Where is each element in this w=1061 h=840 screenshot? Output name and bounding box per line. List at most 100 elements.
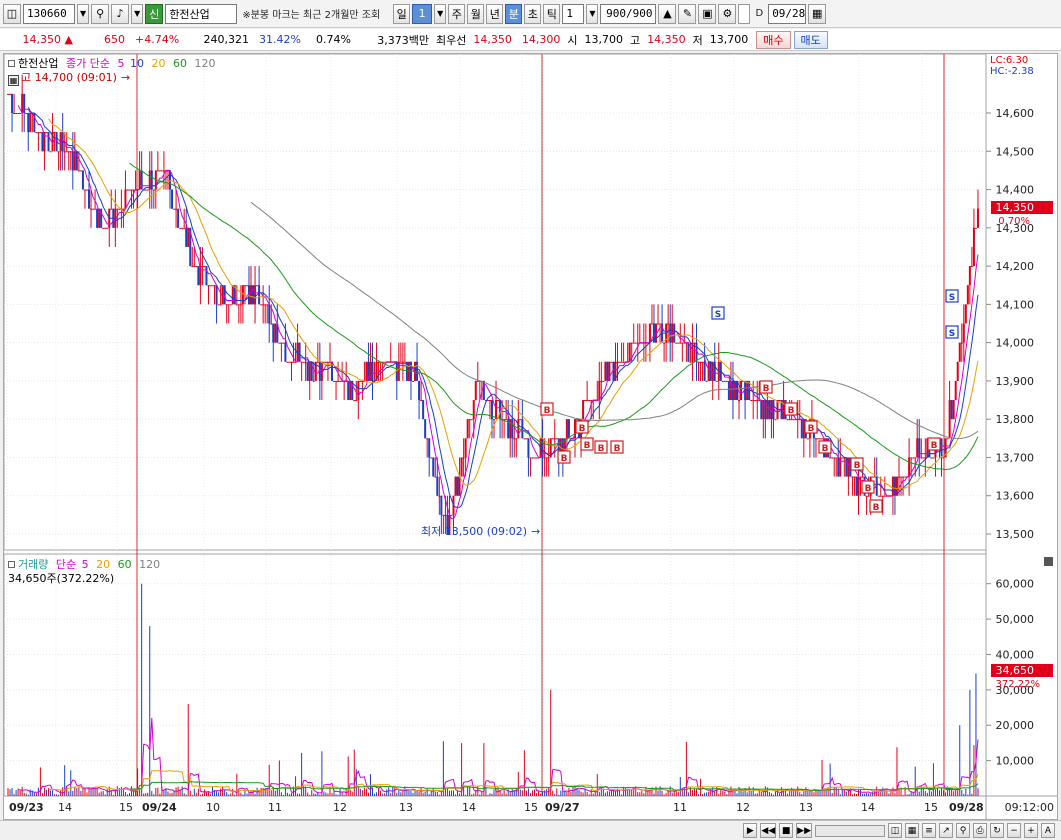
- candle-body: [474, 380, 477, 401]
- stock-code-input[interactable]: 130660: [23, 3, 75, 24]
- candle-body: [488, 400, 491, 402]
- candle-body: [300, 361, 303, 363]
- candle-body: [282, 342, 285, 344]
- candle-body: [310, 361, 313, 381]
- period-dropdown-icon[interactable]: ▼: [434, 3, 447, 24]
- candle-body: [316, 361, 319, 363]
- scrollbar[interactable]: [815, 824, 885, 837]
- candle-body: [727, 380, 730, 401]
- reset-icon[interactable]: ↻: [990, 823, 1004, 838]
- chart-area[interactable]: BBBBBBBBBBBBBBSSS 14,600 14,500 14,400 14,3…: [3, 53, 1058, 820]
- price-tick-label: 14,500: [996, 145, 1035, 158]
- candle-body: [444, 514, 447, 516]
- font-icon[interactable]: A: [1041, 823, 1055, 838]
- trend-icon[interactable]: ↗: [939, 823, 953, 838]
- stock-chart[interactable]: BBBB B BBBBBBBBBSSS 14,60014,50014,40014,3…: [4, 54, 1057, 819]
- period-month[interactable]: 월: [467, 3, 485, 24]
- candle-body: [497, 400, 500, 402]
- candle-body: [377, 361, 380, 363]
- candle-body: [515, 438, 518, 440]
- fast-forward-icon[interactable]: ▶▶: [796, 823, 812, 838]
- candle-body: [106, 227, 109, 229]
- buy-button[interactable]: 매수: [756, 30, 791, 49]
- volume-panel-close-icon[interactable]: [1044, 557, 1053, 566]
- play-icon[interactable]: ▶: [743, 823, 758, 838]
- buy-marker: B: [610, 440, 624, 454]
- candle-body: [910, 457, 913, 459]
- time-tick-label: 09/28: [949, 801, 984, 814]
- grid-icon[interactable]: ▦: [905, 823, 919, 838]
- draw-icon[interactable]: ✎: [678, 3, 697, 24]
- candle-body: [422, 400, 425, 420]
- price-tick-label: 13,600: [996, 490, 1035, 503]
- period-second[interactable]: 초: [524, 3, 542, 24]
- candle-body: [733, 380, 736, 401]
- candle-body: [567, 419, 570, 439]
- code-dropdown-icon[interactable]: ▼: [77, 3, 90, 24]
- period-value[interactable]: 1: [412, 3, 433, 24]
- candle-body: [160, 170, 163, 172]
- copy-icon[interactable]: ◫: [888, 823, 902, 838]
- rewind-icon[interactable]: ◀◀: [760, 823, 777, 838]
- marker-label: B: [931, 441, 938, 451]
- candle-body: [264, 304, 267, 306]
- calendar-icon[interactable]: ▦: [808, 3, 827, 24]
- candle-body: [152, 189, 155, 191]
- sell-button[interactable]: 매도: [793, 30, 828, 49]
- pattern-icon[interactable]: ≡: [922, 823, 936, 838]
- sound-dropdown-icon[interactable]: ▼: [131, 3, 144, 24]
- print-icon[interactable]: ⎙: [973, 823, 987, 838]
- period-week[interactable]: 주: [448, 3, 466, 24]
- period-day[interactable]: 일: [393, 3, 411, 24]
- price-tick-label: 14,100: [996, 298, 1035, 311]
- candle-body: [821, 438, 824, 440]
- candle-body: [547, 457, 550, 459]
- candle-body: [90, 208, 93, 210]
- candle-body: [227, 304, 230, 306]
- save-icon[interactable]: ▣: [698, 3, 717, 24]
- low-annotation-text: 최저 13,500 (09:02): [421, 525, 528, 538]
- search-icon[interactable]: ⚲: [91, 3, 110, 24]
- date-input[interactable]: 09/28: [768, 3, 807, 24]
- zoom-icon[interactable]: ⚲: [956, 823, 970, 838]
- candle-body: [383, 361, 386, 363]
- candle-body: [786, 419, 789, 421]
- grid-table-icon[interactable]: ▦: [8, 75, 19, 86]
- candle-body: [703, 361, 706, 381]
- candle-body: [57, 151, 60, 153]
- candle-body: [814, 438, 817, 440]
- candle-body: [806, 438, 809, 440]
- zoom-out-icon[interactable]: −: [1007, 823, 1021, 838]
- candle-body: [67, 151, 70, 153]
- count-input[interactable]: 900/900: [600, 3, 657, 24]
- candle-body: [495, 400, 498, 420]
- interval-input[interactable]: 1: [562, 3, 585, 24]
- candle-body: [399, 361, 402, 363]
- panel-icon[interactable]: ◫: [3, 3, 21, 24]
- sound-icon[interactable]: ♪: [111, 3, 130, 24]
- candle-body: [535, 457, 538, 459]
- stop-icon[interactable]: ■: [779, 823, 794, 838]
- candle-body: [432, 457, 435, 477]
- zoom-in-icon[interactable]: +: [1024, 823, 1038, 838]
- candle-body: [302, 361, 305, 363]
- period-minute[interactable]: 분: [505, 3, 523, 24]
- vol-ma60-label: 60: [117, 558, 132, 571]
- candle-body: [576, 419, 579, 421]
- candle-body: [231, 285, 234, 305]
- candle-body: [418, 380, 421, 401]
- stock-name-field[interactable]: 한전산업: [165, 3, 238, 24]
- candle-body: [584, 400, 587, 402]
- candle-body: [278, 342, 281, 344]
- marker-label: B: [579, 424, 586, 434]
- gear-icon[interactable]: ⚙: [718, 3, 737, 24]
- period-year[interactable]: 년: [486, 3, 504, 24]
- interval-dropdown-icon[interactable]: ▼: [586, 3, 599, 24]
- period-tick[interactable]: 틱: [543, 3, 561, 24]
- candle-body: [19, 113, 22, 114]
- time-tick-label: 11: [268, 801, 282, 814]
- candle-icon[interactable]: ▲: [658, 3, 677, 24]
- candle-body: [482, 380, 485, 401]
- candle-body: [620, 361, 623, 363]
- date-checkbox[interactable]: [738, 3, 751, 24]
